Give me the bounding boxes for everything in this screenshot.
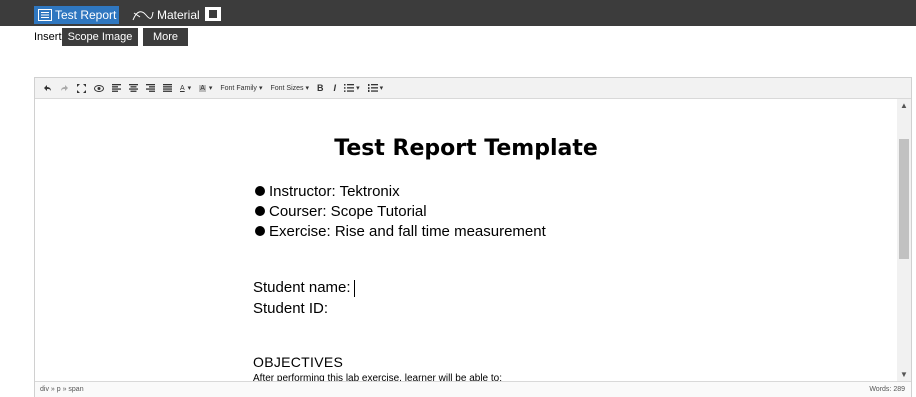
bg-color-label: A (199, 84, 206, 92)
font-family-label: Font Family (220, 84, 257, 92)
tab-test-report[interactable]: Test Report (34, 6, 119, 24)
vertical-scrollbar[interactable]: ▲ ▼ (897, 99, 911, 381)
list-item: Exercise: Rise and fall time measurement (255, 221, 546, 241)
fullscreen-icon[interactable] (77, 83, 86, 93)
justify-icon[interactable] (163, 84, 172, 92)
font-sizes-label: Font Sizes (270, 84, 304, 92)
document-title: Test Report Template (334, 136, 598, 161)
caret-down-icon: ▾ (208, 85, 213, 92)
caret-down-icon: ▾ (379, 85, 384, 92)
text-cursor (353, 279, 355, 297)
top-tab-bar: Test Report Material (0, 0, 916, 26)
word-count: Words: 289 (869, 386, 905, 393)
align-center-icon[interactable] (129, 84, 138, 92)
export-icon[interactable] (205, 7, 221, 21)
caret-down-icon: ▾ (305, 85, 310, 92)
bullet-list-icon[interactable]: ▾ (344, 84, 360, 92)
bold-button[interactable]: B (317, 83, 324, 93)
font-family-dropdown[interactable]: Font Family ▾ (220, 84, 263, 93)
tab-material-label: Material (157, 8, 200, 22)
list-item: Instructor: Tektronix (255, 181, 546, 201)
list-item: Courser: Scope Tutorial (255, 201, 546, 221)
editor-content[interactable]: Test Report Template Instructor: Tektron… (35, 99, 897, 381)
insert-bar: Insert Scope Image More (0, 28, 916, 46)
list-icon (38, 9, 52, 21)
tab-test-report-label: Test Report (55, 8, 117, 22)
text-color-icon[interactable]: A ▾ (180, 84, 192, 93)
objectives-intro-text: After performing this lab exercise, lear… (253, 373, 503, 381)
objectives-heading: OBJECTIVES (253, 354, 344, 370)
text-color-label: A (180, 84, 185, 92)
align-left-icon[interactable] (112, 84, 121, 92)
italic-button[interactable]: I (334, 83, 337, 93)
redo-icon[interactable] (60, 84, 69, 92)
caret-down-icon: ▾ (258, 85, 263, 92)
background-color-icon[interactable]: A ▾ (199, 84, 212, 92)
caret-down-icon: ▾ (187, 85, 192, 92)
scroll-up-icon[interactable]: ▲ (900, 101, 908, 110)
student-id-line[interactable]: Student ID: (253, 300, 328, 317)
align-right-icon[interactable] (146, 84, 155, 92)
info-bullet-list: Instructor: Tektronix Courser: Scope Tut… (255, 181, 546, 241)
preview-icon[interactable] (94, 84, 104, 92)
scrollbar-thumb[interactable] (899, 139, 909, 259)
font-sizes-dropdown[interactable]: Font Sizes ▾ (270, 84, 310, 93)
probe-icon (132, 11, 154, 21)
element-path: div » p » span (40, 386, 84, 393)
caret-down-icon: ▾ (356, 85, 360, 92)
editor-status-bar: div » p » span Words: 289 (35, 381, 911, 397)
numbered-list-icon[interactable]: ▾ (367, 84, 384, 92)
undo-icon[interactable] (43, 84, 52, 92)
scroll-down-icon[interactable]: ▼ (900, 370, 908, 379)
more-button[interactable]: More (143, 28, 188, 46)
student-name-label: Student name: (253, 279, 351, 296)
rich-text-editor: A ▾ A ▾ Font Family ▾ Font Sizes ▾ B I ▾… (34, 77, 912, 397)
insert-label: Insert (34, 31, 62, 43)
editor-toolbar: A ▾ A ▾ Font Family ▾ Font Sizes ▾ B I ▾… (35, 78, 911, 99)
scope-image-button[interactable]: Scope Image (62, 28, 138, 46)
student-name-line[interactable]: Student name: (253, 279, 355, 297)
